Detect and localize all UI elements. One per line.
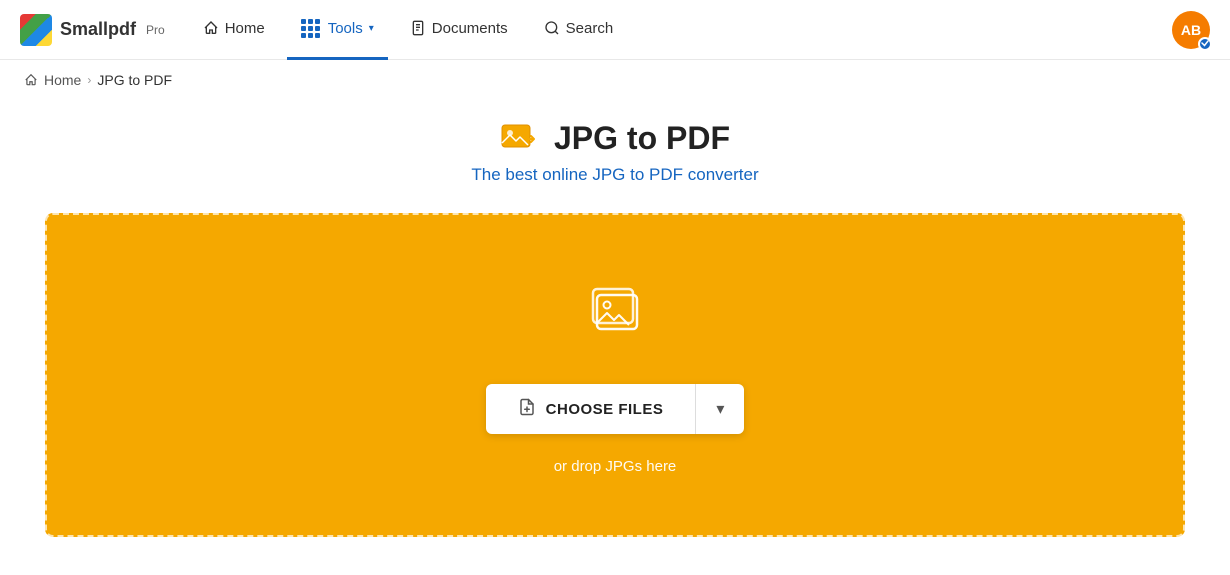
choose-files-row: CHOOSE FILES ▾	[486, 384, 745, 434]
documents-icon	[410, 20, 426, 36]
nav-search[interactable]: Search	[530, 0, 628, 60]
main-content: JPG to PDF The best online JPG to PDF co…	[0, 100, 1230, 537]
grid-icon	[301, 19, 320, 38]
jpg-to-pdf-icon	[500, 121, 540, 157]
logo[interactable]: Smallpdf Pro	[20, 14, 165, 46]
dropdown-chevron-icon: ▾	[716, 399, 724, 419]
brand-pro: Pro	[146, 23, 165, 37]
drop-hint: or drop JPGs here	[554, 458, 677, 475]
avatar-badge	[1198, 37, 1212, 51]
avatar-initials: AB	[1181, 22, 1201, 38]
page-title: JPG to PDF	[554, 120, 730, 157]
breadcrumb-current: JPG to PDF	[97, 72, 172, 88]
nav-tools[interactable]: Tools ▾	[287, 0, 388, 60]
brand-name: Smallpdf	[60, 19, 136, 40]
nav-tools-label: Tools	[328, 20, 363, 37]
upload-illustration	[575, 275, 655, 360]
breadcrumb-separator: ›	[87, 73, 91, 87]
file-plus-icon	[518, 398, 536, 421]
nav-home-label: Home	[225, 20, 265, 37]
home-icon	[203, 20, 219, 36]
choose-files-label: CHOOSE FILES	[546, 401, 664, 418]
nav-documents-label: Documents	[432, 20, 508, 37]
drop-zone[interactable]: CHOOSE FILES ▾ or drop JPGs here	[45, 213, 1185, 537]
nav-search-label: Search	[566, 20, 614, 37]
nav-home[interactable]: Home	[189, 0, 279, 60]
chevron-down-icon: ▾	[369, 23, 374, 34]
page-title-row: JPG to PDF	[500, 120, 730, 157]
breadcrumb-home[interactable]: Home	[44, 72, 81, 88]
nav-documents[interactable]: Documents	[396, 0, 522, 60]
main-nav: Smallpdf Pro Home Tools ▾ Documents Sear…	[0, 0, 1230, 60]
breadcrumb: Home › JPG to PDF	[0, 60, 1230, 100]
home-small-icon	[24, 73, 38, 87]
user-avatar[interactable]: AB	[1172, 11, 1210, 49]
search-icon	[544, 20, 560, 36]
choose-files-button[interactable]: CHOOSE FILES	[486, 384, 697, 434]
page-subtitle: The best online JPG to PDF converter	[471, 165, 758, 185]
choose-files-dropdown-button[interactable]: ▾	[696, 384, 744, 434]
logo-icon	[20, 14, 52, 46]
